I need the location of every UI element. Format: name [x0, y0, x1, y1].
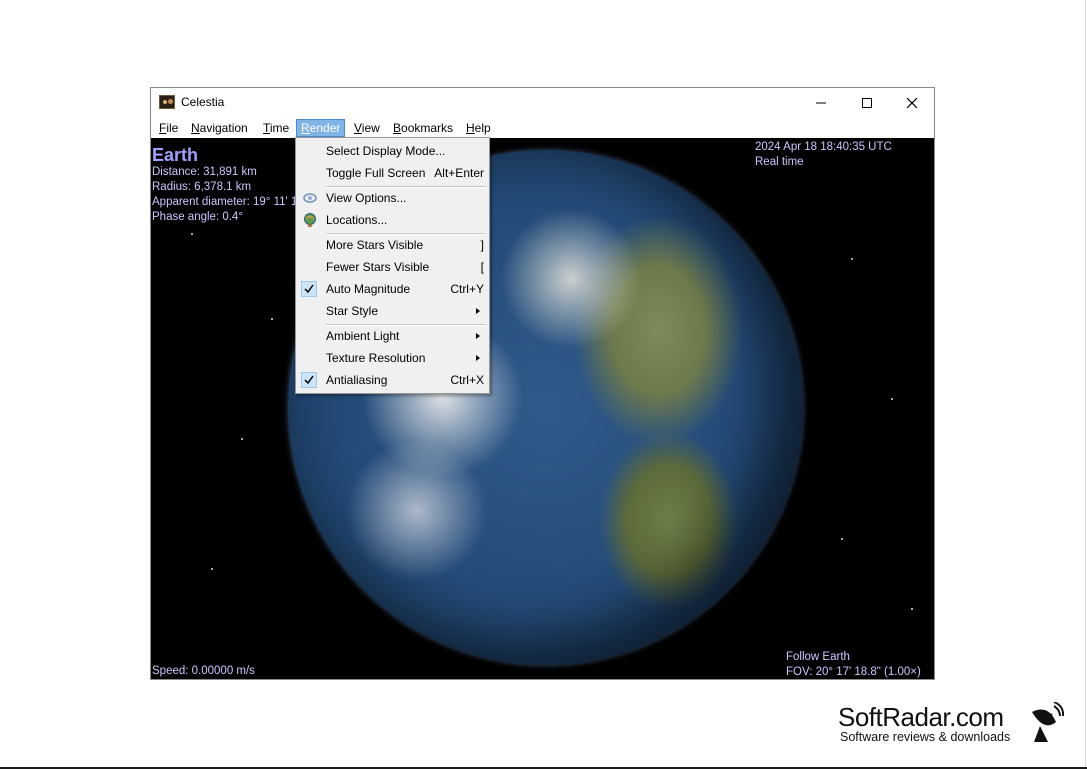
- title-bar: Celestia: [151, 88, 934, 118]
- hud-fov: FOV: 20° 17' 18.8" (1.00×): [786, 666, 921, 678]
- star: [271, 318, 273, 320]
- window-title: Celestia: [181, 95, 225, 109]
- menu-item-shortcut: Ctrl+X: [450, 373, 484, 387]
- menu-item-label: Select Display Mode...: [326, 144, 446, 158]
- menu-item-label: Toggle Full Screen: [326, 166, 426, 180]
- menu-render-label: ender: [309, 121, 341, 135]
- menu-item-label: More Stars Visible: [326, 238, 424, 252]
- hud-phase-angle: Phase angle: 0.4°: [152, 211, 243, 223]
- menu-item-view-options[interactable]: View Options...: [296, 187, 489, 209]
- menu-view[interactable]: View: [350, 119, 384, 137]
- satellite-dish-icon: [1032, 702, 1064, 742]
- close-button[interactable]: [889, 88, 935, 118]
- menu-item-ambient-light[interactable]: Ambient Light: [296, 325, 489, 347]
- menu-item-shortcut: [: [480, 260, 484, 274]
- menu-item-star-style[interactable]: Star Style: [296, 300, 489, 322]
- submenu-arrow-icon: [476, 355, 480, 361]
- hud-time: 2024 Apr 18 18:40:35 UTC Real time: [755, 140, 927, 170]
- menu-help-accel: H: [466, 121, 475, 135]
- menu-item-label: Locations...: [326, 213, 388, 227]
- submenu-arrow-icon: [476, 308, 480, 314]
- star: [891, 398, 893, 400]
- menu-bar: File Navigation Time Render View Bookmar…: [151, 118, 934, 139]
- hud-radius: Radius: 6,378.1 km: [152, 181, 252, 193]
- menu-view-accel: V: [354, 121, 362, 135]
- menu-render-accel: R: [301, 121, 310, 135]
- minimize-icon: [816, 102, 826, 104]
- menu-item-texture-resolution[interactable]: Texture Resolution: [296, 347, 489, 369]
- menu-item-label: Texture Resolution: [326, 351, 426, 365]
- page-edge: [1085, 0, 1086, 769]
- submenu-arrow-icon: [476, 333, 480, 339]
- menu-item-label: Ambient Light: [326, 329, 400, 343]
- menu-bookmarks-accel: B: [393, 121, 402, 135]
- star: [841, 538, 843, 540]
- minimize-button[interactable]: [798, 88, 844, 118]
- maximize-icon: [862, 98, 872, 108]
- menu-item-fewer-stars-visible[interactable]: Fewer Stars Visible [: [296, 256, 489, 278]
- menu-time-accel: T: [263, 121, 270, 135]
- menu-navigation-label: avigation: [199, 121, 248, 135]
- menu-item-label: Fewer Stars Visible: [326, 260, 430, 274]
- celestia-window: Celestia File Navigation Time Render Vie…: [150, 87, 935, 680]
- menu-help[interactable]: Help: [462, 119, 495, 137]
- menu-help-label: elp: [474, 121, 491, 135]
- checkmark-icon: [301, 281, 317, 297]
- menu-item-label: View Options...: [326, 191, 407, 205]
- hud-follow: Follow Earth FOV: 20° 17' 18.8" (1.00×): [786, 650, 921, 679]
- menu-file-label: ile: [166, 121, 179, 135]
- menu-item-select-display-mode[interactable]: Select Display Mode...: [296, 140, 489, 162]
- celestia-app-icon: [159, 95, 175, 109]
- star: [191, 233, 193, 235]
- menu-file[interactable]: File: [155, 119, 182, 137]
- menu-view-label: iew: [361, 121, 380, 135]
- locations-globe-icon: [304, 213, 316, 227]
- menu-item-shortcut: Alt+Enter: [434, 166, 484, 180]
- menu-item-label: Star Style: [326, 304, 379, 318]
- render-menu-dropdown: Select Display Mode... Toggle Full Scree…: [295, 137, 490, 394]
- menu-item-auto-magnitude[interactable]: Auto Magnitude Ctrl+Y: [296, 278, 489, 300]
- close-icon: [907, 98, 917, 108]
- hud-time-mode: Real time: [755, 156, 804, 168]
- menu-item-antialiasing[interactable]: Antialiasing Ctrl+X: [296, 369, 489, 391]
- menu-item-shortcut: Ctrl+Y: [450, 282, 484, 296]
- hud-follow-target: Follow Earth: [786, 651, 850, 663]
- menu-navigation[interactable]: Navigation: [187, 119, 252, 137]
- star: [211, 568, 213, 570]
- menu-item-label: Antialiasing: [326, 373, 388, 387]
- menu-navigation-accel: N: [191, 121, 200, 135]
- softradar-watermark: SoftRadar.com Software reviews & downloa…: [838, 702, 1068, 747]
- menu-time[interactable]: Time: [259, 119, 293, 137]
- hud-datetime: 2024 Apr 18 18:40:35 UTC: [755, 141, 892, 153]
- checkmark-icon: [301, 372, 317, 388]
- view-options-icon: [303, 193, 317, 203]
- menu-item-locations[interactable]: Locations...: [296, 209, 489, 231]
- menu-item-more-stars-visible[interactable]: More Stars Visible ]: [296, 234, 489, 256]
- menu-item-toggle-full-screen[interactable]: Toggle Full Screen Alt+Enter: [296, 162, 489, 184]
- menu-bookmarks-label: ookmarks: [401, 121, 454, 135]
- maximize-button[interactable]: [844, 88, 890, 118]
- menu-item-label: Auto Magnitude: [326, 282, 411, 296]
- hud-distance: Distance: 31,891 km: [152, 166, 257, 178]
- hud-apparent-diameter: Apparent diameter: 19° 11' 1: [152, 196, 298, 208]
- hud-object-info: Distance: 31,891 km Radius: 6,378.1 km A…: [152, 165, 297, 225]
- menu-bookmarks[interactable]: Bookmarks: [389, 119, 457, 137]
- star: [911, 608, 913, 610]
- star: [241, 438, 243, 440]
- watermark-title: SoftRadar.com: [838, 702, 1004, 732]
- hud-object-name: Earth: [152, 145, 199, 165]
- menu-render[interactable]: Render: [296, 119, 346, 137]
- star: [851, 258, 853, 260]
- hud-speed: Speed: 0.00000 m/s: [152, 665, 255, 677]
- watermark-subtitle: Software reviews & downloads: [840, 730, 1011, 744]
- menu-time-label: ime: [269, 121, 290, 135]
- menu-item-shortcut: ]: [480, 238, 484, 252]
- 3d-viewport[interactable]: Earth Distance: 31,891 km Radius: 6,378.…: [151, 138, 934, 679]
